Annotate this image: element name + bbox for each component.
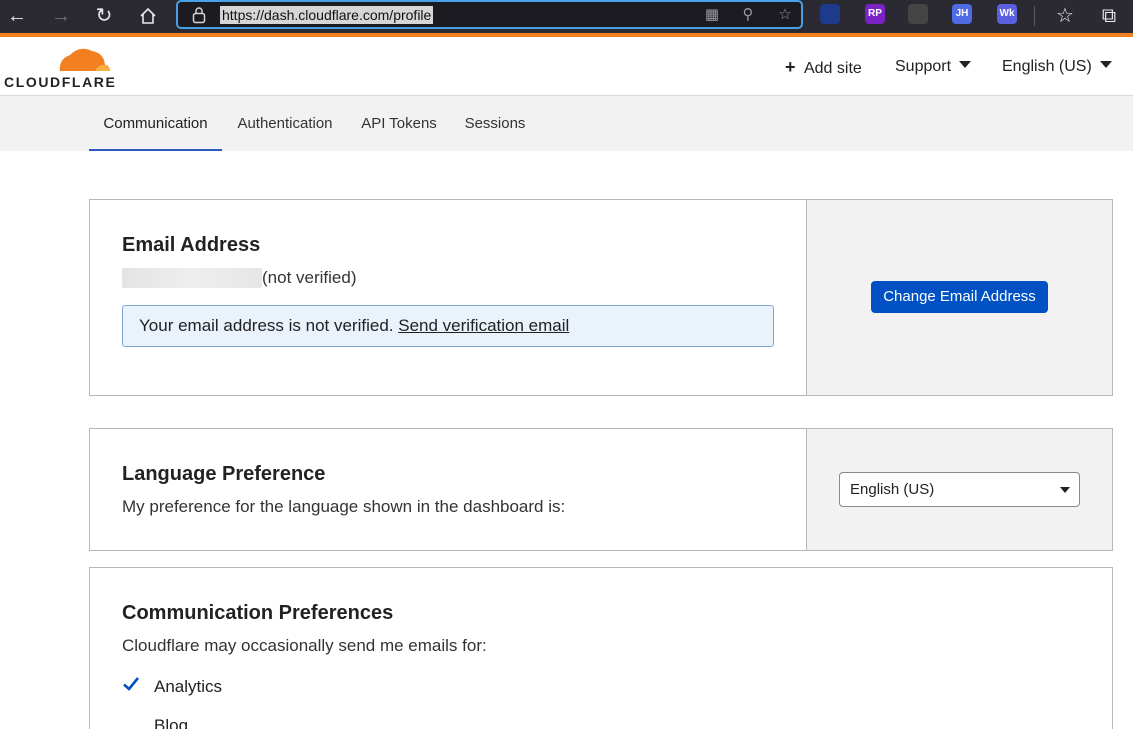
support-menu[interactable]: Support — [895, 57, 972, 77]
address-bar[interactable]: https://dash.cloudflare.com/profile ▦ ⚲ … — [176, 0, 803, 29]
site-header: CLOUDFLARE + Add site Support English (U… — [0, 37, 1133, 96]
browser-toolbar: ← → ↻ https://dash.cloudflare.com/profil… — [0, 0, 1133, 33]
language-menu[interactable]: English (US) — [1002, 57, 1112, 77]
communication-card-description: Cloudflare may occasionally send me emai… — [122, 636, 487, 655]
language-select-value: English (US) — [850, 481, 935, 498]
language-select[interactable]: English (US) — [839, 472, 1080, 507]
key-icon[interactable]: ⚲ — [738, 6, 758, 24]
tab-communication[interactable]: Communication — [89, 96, 222, 151]
extension-rp-icon[interactable]: RP — [865, 4, 885, 24]
back-icon[interactable]: ← — [2, 2, 32, 30]
cloud-logo-icon — [59, 48, 110, 73]
bookmark-star-icon[interactable]: ☆ — [775, 6, 795, 24]
extension-jh-icon[interactable]: JH — [952, 4, 972, 24]
tab-sessions[interactable]: Sessions — [458, 96, 532, 151]
plus-icon: + — [785, 57, 796, 77]
tab-api-tokens[interactable]: API Tokens — [356, 96, 442, 151]
checkmark-icon — [123, 677, 140, 691]
qr-code-icon[interactable] — [908, 4, 928, 24]
preference-label: Blog — [154, 716, 189, 729]
email-status: (not verified) — [262, 268, 357, 287]
change-email-button[interactable]: Change Email Address — [871, 281, 1048, 313]
reload-icon[interactable]: ↻ — [89, 2, 119, 30]
language-preference-card: Language Preference My preference for th… — [89, 428, 1113, 551]
profile-tabs: Communication Authentication API Tokens … — [0, 96, 1133, 151]
collections-icon[interactable]: ⧉ — [1094, 2, 1124, 30]
caret-down-icon — [1060, 487, 1070, 493]
redacted-email — [122, 268, 262, 288]
caret-down-icon — [959, 61, 972, 68]
verification-notice: Your email address is not verified. Send… — [122, 305, 774, 347]
lock-icon — [192, 7, 206, 24]
add-site-button[interactable]: + Add site — [785, 57, 862, 79]
send-verification-link[interactable]: Send verification email — [398, 316, 569, 335]
language-card-title: Language Preference — [122, 463, 326, 485]
communication-card-title: Communication Preferences — [122, 602, 394, 624]
logo-wordmark: CLOUDFLARE — [4, 74, 117, 90]
toolbar-divider — [1034, 6, 1035, 26]
cloudflare-logo[interactable]: CLOUDFLARE — [4, 45, 117, 91]
caret-down-icon — [1099, 61, 1112, 68]
email-card-actions: Change Email Address — [806, 200, 1112, 395]
language-card-description: My preference for the language shown in … — [122, 497, 566, 516]
email-address-card: Email Address (not verified) Your email … — [89, 199, 1113, 396]
home-icon[interactable] — [133, 2, 163, 30]
favorites-icon[interactable]: ☆ — [1050, 2, 1080, 30]
forward-icon[interactable]: → — [46, 2, 76, 30]
notice-text: Your email address is not verified. — [139, 316, 394, 335]
react-devtools-icon[interactable] — [820, 4, 840, 24]
url-text[interactable]: https://dash.cloudflare.com/profile — [220, 6, 434, 24]
email-card-title: Email Address — [122, 234, 261, 256]
extension-wk-icon[interactable]: Wk — [997, 4, 1017, 24]
preference-label: Analytics — [154, 677, 223, 696]
language-card-actions: English (US) — [806, 429, 1112, 550]
communication-preferences-card: Communication Preferences Cloudflare may… — [89, 567, 1113, 729]
tab-authentication[interactable]: Authentication — [230, 96, 340, 151]
reader-view-icon[interactable]: ▦ — [702, 6, 722, 24]
